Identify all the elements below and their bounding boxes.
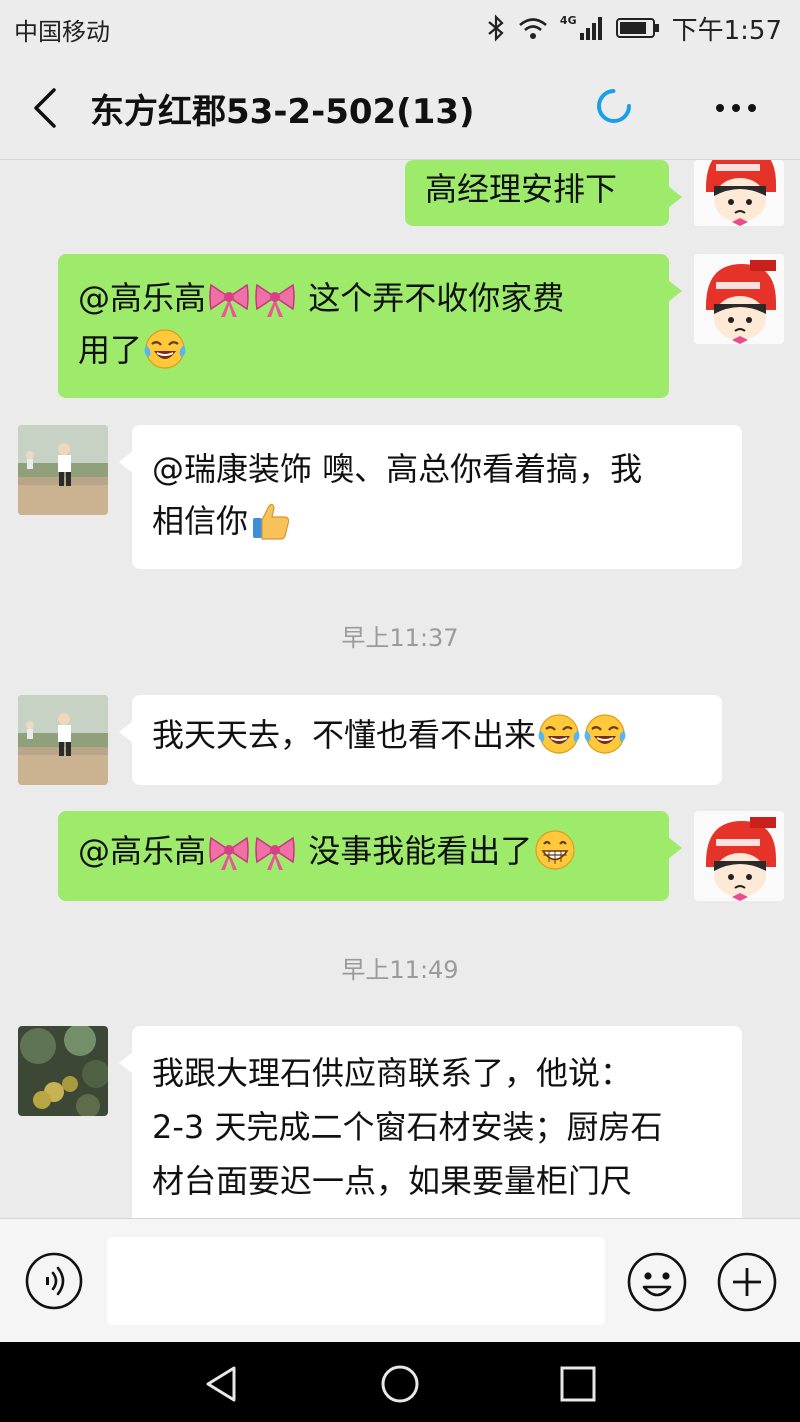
my-avatar[interactable] <box>694 254 784 344</box>
message-bubble-incoming[interactable]: 我天天去，不懂也看不出来 <box>119 695 722 785</box>
contact-avatar[interactable] <box>18 425 108 515</box>
bow-emoji <box>255 284 295 318</box>
message-text: 相信你 <box>152 502 249 540</box>
network-type: 4G <box>559 13 577 27</box>
home-circle-icon[interactable] <box>378 1362 422 1406</box>
contact-avatar[interactable] <box>18 695 108 785</box>
bow-emoji <box>209 284 249 318</box>
timestamp: 早上11:37 <box>341 624 459 652</box>
bow-emoji <box>255 837 295 871</box>
my-avatar[interactable] <box>694 811 784 901</box>
message-input[interactable] <box>107 1237 605 1325</box>
status-time: 下午1:57 <box>671 15 782 46</box>
chat-header: 东方红郡53-2-502(13) <box>0 56 800 160</box>
message-text: 这个弄不收你家费 <box>298 279 565 317</box>
recents-square-icon[interactable] <box>556 1362 600 1406</box>
mention-text: @高乐高 <box>78 832 207 870</box>
tears-of-joy-emoji <box>143 328 187 370</box>
message-text: 材台面要迟一点，如果要量柜门尺 <box>152 1162 633 1200</box>
emoji-icon[interactable] <box>626 1251 688 1313</box>
signal-icon: 4G <box>559 13 604 41</box>
thumbs-up-emoji <box>252 503 290 540</box>
bluetooth-icon <box>486 14 506 42</box>
tears-of-joy-emoji <box>537 713 581 755</box>
plus-icon[interactable] <box>716 1251 778 1313</box>
status-bar: 中国移动 4G 下午1:57 <box>0 0 800 56</box>
message-text: 用了 <box>78 331 143 369</box>
system-navigation-bar <box>0 1342 800 1422</box>
battery-icon <box>615 16 660 40</box>
message-text: 2-3 天完成二个窗石材安装；厨房石 <box>152 1108 663 1146</box>
message-text: 高经理安排下 <box>425 170 618 208</box>
message-text: @瑞康装饰 噢、高总你看着搞，我 <box>152 450 643 488</box>
message-bubble-incoming[interactable]: 我跟大理石供应商联系了，他说： 2-3 天完成二个窗石材安装；厨房石 材台面要迟… <box>119 1026 742 1218</box>
grinning-emoji <box>535 829 576 871</box>
loading-icon <box>597 89 631 123</box>
back-icon[interactable] <box>28 86 62 130</box>
tears-of-joy-emoji <box>583 713 627 755</box>
contact-avatar[interactable] <box>18 1026 108 1116</box>
voice-icon[interactable] <box>24 1251 84 1311</box>
bow-emoji <box>209 837 249 871</box>
message-bubble-outgoing[interactable]: @高乐高 没事我能看出了 <box>58 811 682 901</box>
wifi-icon <box>518 16 548 40</box>
message-text: 我跟大理石供应商联系了，他说： <box>152 1054 633 1092</box>
my-avatar[interactable] <box>694 160 784 226</box>
message-bubble-outgoing[interactable]: 高经理安排下 <box>405 160 682 226</box>
chat-title: 东方红郡53-2-502(13) <box>90 92 475 132</box>
message-bubble-outgoing[interactable]: @高乐高 这个弄不收你家费 用了 <box>58 254 682 398</box>
message-bubble-incoming[interactable]: @瑞康装饰 噢、高总你看着搞，我 相信你 <box>119 425 742 569</box>
message-text: 我天天去，不懂也看不出来 <box>152 716 537 754</box>
more-icon[interactable] <box>712 90 760 126</box>
timestamp: 早上11:49 <box>341 956 459 984</box>
mention-text: @高乐高 <box>78 279 207 317</box>
back-triangle-icon[interactable] <box>200 1362 244 1406</box>
status-icons: 4G 下午1:57 <box>486 10 782 46</box>
carrier-name: 中国移动 <box>14 18 110 46</box>
message-text: 没事我能看出了 <box>298 832 533 870</box>
message-list[interactable]: 高经理安排下 @高乐高 这个弄不收你家费 用了 @瑞康装饰 噢、高总你看着搞，我… <box>0 160 800 1218</box>
input-bar <box>0 1218 800 1342</box>
